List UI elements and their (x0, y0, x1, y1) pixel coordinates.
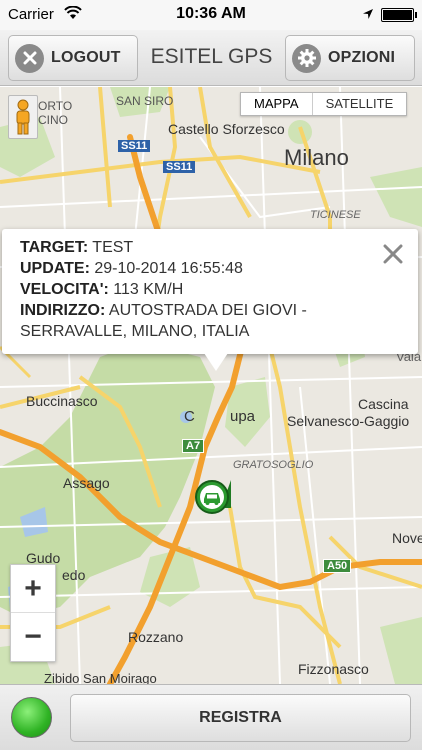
map-label: GRATOSOGLIO (233, 459, 314, 471)
zoom-control: + − (10, 564, 56, 662)
road-shield: A50 (323, 559, 352, 573)
map-label: Selvanesco-Gaggio (287, 413, 410, 429)
nav-bar: LOGOUT ESITEL GPS OPZIONI (0, 30, 422, 86)
gear-icon (292, 43, 321, 73)
target-label: TARGET: (20, 239, 89, 256)
map-label: Zibido San Moirago (44, 671, 157, 684)
address-value: AUTOSTRADA DEI GIOVI - (108, 302, 307, 319)
map-type-map[interactable]: MAPPA (241, 93, 313, 115)
map-label: C (184, 408, 195, 425)
info-speed-row: VELOCITA': 113 KM/H (20, 279, 400, 300)
info-window-pointer (204, 353, 228, 371)
map-background (0, 87, 422, 684)
map-label: upa (230, 408, 256, 425)
map-label: Buccinasco (26, 393, 98, 409)
zoom-out-button[interactable]: − (11, 613, 55, 661)
map-label: SAN SIRO (116, 94, 174, 108)
clock: 10:36 AM (176, 5, 246, 22)
address-label: INDIRIZZO: (20, 302, 106, 319)
map-type-satellite[interactable]: SATELLITE (313, 93, 407, 115)
road-shield: A7 (182, 439, 205, 453)
road-shield: SS11 (118, 140, 151, 152)
info-address-row: INDIRIZZO: AUTOSTRADA DEI GIOVI - (20, 300, 400, 321)
map-label: edo (62, 567, 86, 583)
map-label: Rozzano (128, 629, 184, 645)
register-button[interactable]: REGISTRA (70, 694, 411, 742)
map-label: TICINESE (310, 209, 361, 221)
target-value: TEST (92, 239, 134, 256)
info-window: TARGET: TEST UPDATE: 29-10-2014 16:55:48… (2, 229, 418, 354)
address-value-line-2: SERRAVALLE, MILANO, ITALIA (20, 323, 250, 340)
map-type-toggle: MAPPA SATELLITE (240, 92, 408, 116)
road-shield: SS11 (163, 161, 196, 173)
map-label: Nove (392, 530, 422, 546)
zoom-in-button[interactable]: + (11, 565, 55, 613)
map-label: ORTO (38, 99, 73, 113)
map-label: Fizzonasco (298, 661, 369, 677)
pegman-icon[interactable] (8, 95, 38, 139)
close-icon[interactable] (382, 243, 404, 265)
logout-button[interactable]: LOGOUT (8, 35, 138, 81)
update-value: 29-10-2014 16:55:48 (94, 260, 243, 277)
bottom-bar: REGISTRA (0, 684, 422, 750)
speed-label: VELOCITA': (20, 281, 109, 298)
options-button[interactable]: OPZIONI (285, 35, 415, 81)
city-label: Milano (284, 145, 349, 170)
map-label: Castello Sforzesco (168, 121, 285, 137)
close-circle-icon (15, 43, 44, 73)
status-indicator-icon (11, 697, 52, 738)
update-label: UPDATE: (20, 260, 90, 277)
speed-value: 113 KM/H (113, 281, 184, 298)
map-label: Cascina (358, 396, 409, 412)
app-title: ESITEL GPS (150, 45, 273, 68)
battery-tip (415, 12, 417, 18)
status-bar: Carrier 10:36 AM (0, 0, 422, 30)
info-target-row: TARGET: TEST (20, 237, 400, 258)
map-view[interactable]: ORTO CINO SAN SIRO Castello Sforzesco Mi… (0, 87, 422, 684)
info-update-row: UPDATE: 29-10-2014 16:55:48 (20, 258, 400, 279)
map-label: Assago (63, 475, 110, 491)
battery-icon (381, 8, 414, 22)
car-marker-icon[interactable] (195, 478, 233, 516)
map-label: CINO (38, 113, 68, 127)
location-arrow-icon (363, 9, 373, 19)
options-label: OPZIONI (328, 49, 396, 66)
logout-label: LOGOUT (51, 49, 121, 66)
